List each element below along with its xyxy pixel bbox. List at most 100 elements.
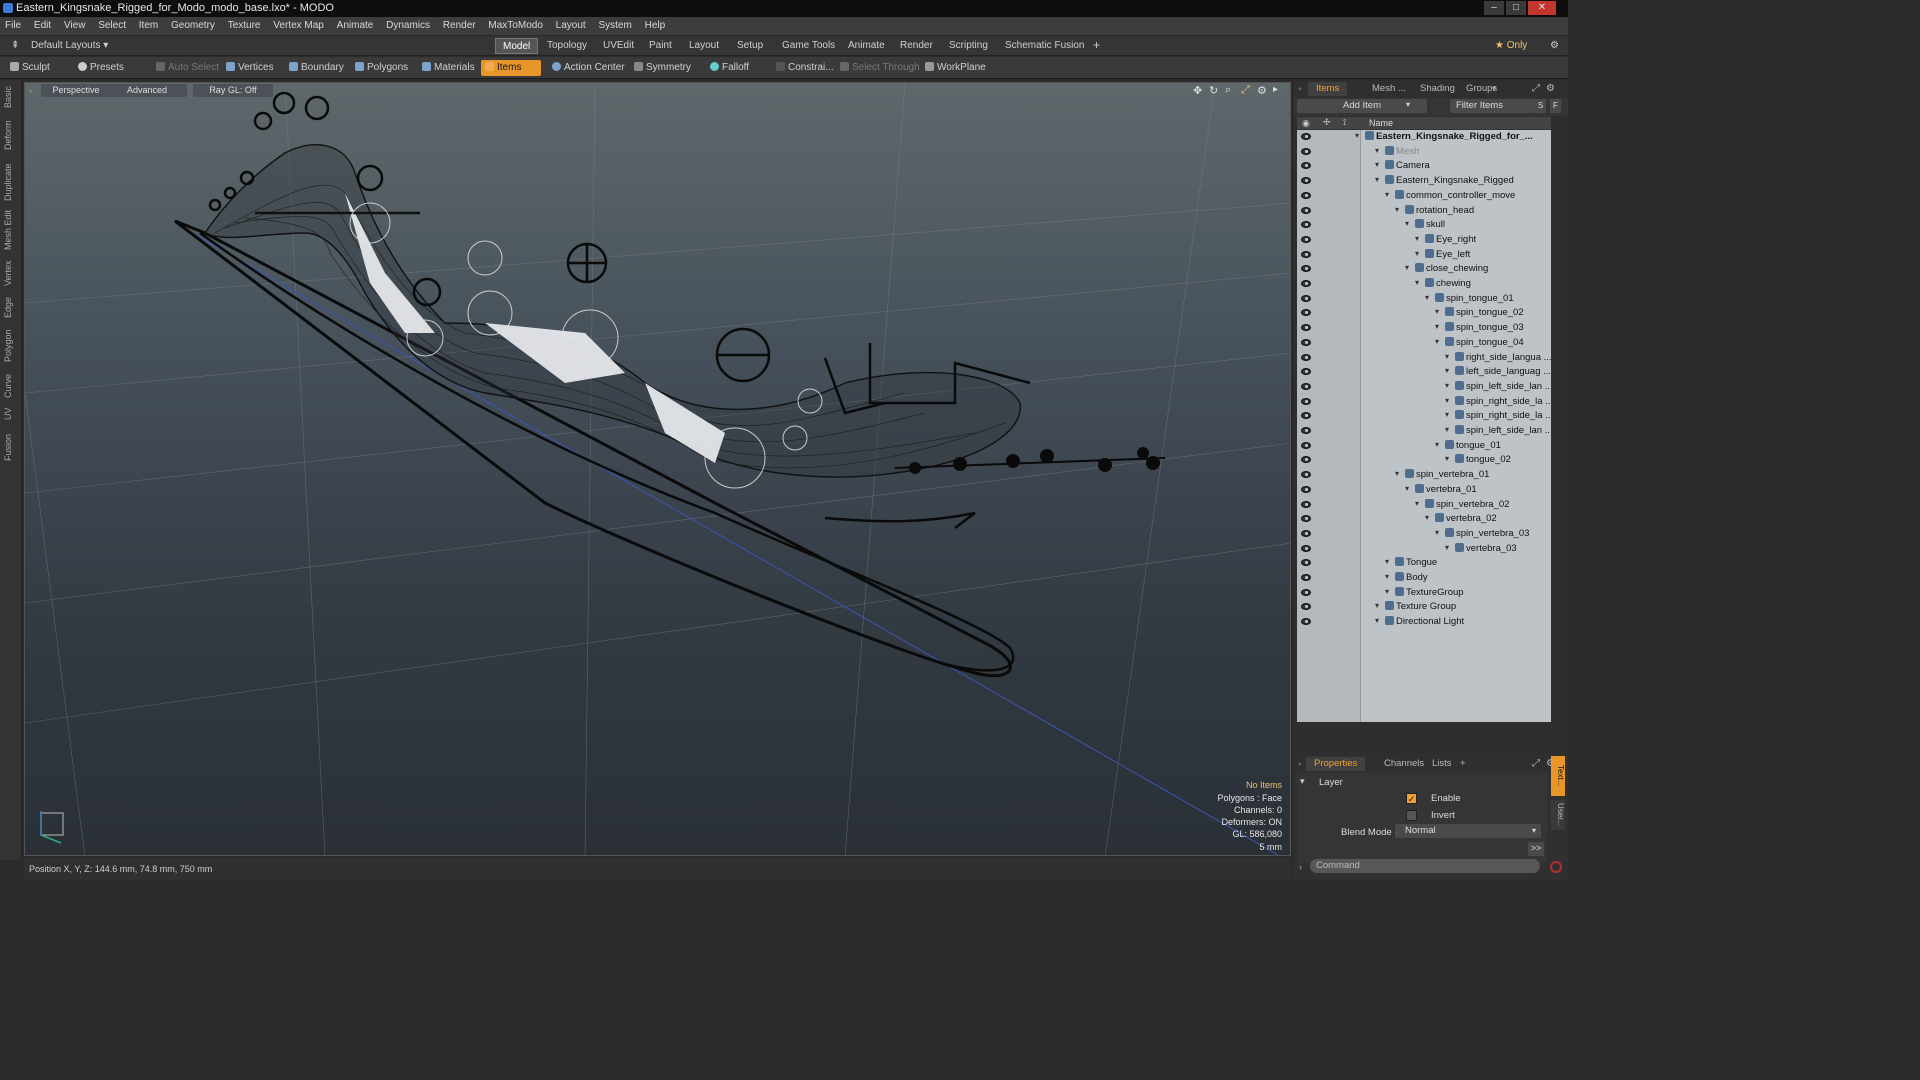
tree-row[interactable]: ▾ spin_tongue_02 [1297, 306, 1551, 321]
viewport-settings-icon[interactable]: ⚙ [1257, 84, 1267, 97]
expand-triangle-icon[interactable]: ▾ [1385, 557, 1389, 566]
snake-mesh[interactable] [203, 144, 1021, 478]
expand-triangle-icon[interactable]: ▾ [1425, 513, 1429, 522]
layout-settings-icon[interactable]: ⚙ [1543, 38, 1566, 54]
expand-triangle-icon[interactable]: ▾ [1385, 587, 1389, 596]
sculpt-button[interactable]: Sculpt [6, 60, 54, 76]
menu-geometry[interactable]: Geometry [166, 17, 220, 31]
pan-icon[interactable]: ✥ [1193, 84, 1202, 97]
menu-animate[interactable]: Animate [332, 17, 379, 31]
tab-properties[interactable]: Properties [1306, 757, 1366, 771]
visibility-eye-icon[interactable] [1301, 500, 1311, 508]
enable-checkbox[interactable]: ✓ [1406, 793, 1417, 804]
add-tab-button[interactable]: + [1086, 38, 1107, 54]
visibility-eye-icon[interactable] [1301, 265, 1311, 273]
tab-model[interactable]: Model [495, 38, 539, 54]
tab-game-tools[interactable]: Game Tools [775, 38, 842, 54]
tab-uvedit[interactable]: UVEdit [596, 38, 641, 54]
tab-items[interactable]: Items [1308, 82, 1348, 96]
workplane-button[interactable]: WorkPlane [921, 60, 990, 76]
expand-triangle-icon[interactable]: ▾ [1435, 528, 1439, 537]
invert-checkbox[interactable] [1406, 810, 1417, 821]
expand-triangle-icon[interactable]: ▾ [1415, 499, 1419, 508]
visibility-eye-icon[interactable] [1301, 338, 1311, 346]
expand-triangle-icon[interactable]: ▾ [1385, 572, 1389, 581]
props-expand-icon[interactable]: ⤢ [1532, 758, 1540, 769]
tree-row[interactable]: ▾ spin_vertebra_01 [1297, 468, 1551, 483]
visibility-eye-icon[interactable] [1301, 235, 1311, 243]
expand-triangle-icon[interactable]: ▾ [1375, 616, 1379, 625]
tree-row[interactable]: ▾ spin_left_side_lan ... [1297, 424, 1551, 439]
visibility-eye-icon[interactable] [1301, 221, 1311, 229]
visibility-eye-icon[interactable] [1301, 133, 1311, 140]
panel-expand-icon[interactable]: ⤢ [1532, 83, 1540, 94]
tree-row[interactable]: ▾ spin_left_side_lan ... [1297, 380, 1551, 395]
vertices-button[interactable]: Vertices [222, 60, 278, 76]
visibility-eye-icon[interactable] [1301, 412, 1311, 420]
expand-triangle-icon[interactable]: ▾ [1445, 352, 1449, 361]
f-button[interactable]: F [1550, 99, 1561, 113]
viewport-scene[interactable] [25, 83, 1291, 856]
tree-row[interactable]: ▾ Body [1297, 571, 1551, 586]
symmetry-button[interactable]: Symmetry [630, 60, 695, 76]
visibility-eye-icon[interactable] [1301, 441, 1311, 449]
visibility-eye-icon[interactable] [1301, 574, 1311, 581]
tab-polygon[interactable]: Polygon [3, 326, 19, 366]
tab-mesh-edit[interactable]: Mesh Edit [3, 208, 19, 252]
close-button[interactable]: ✕ [1528, 1, 1556, 15]
visibility-eye-icon[interactable] [1301, 382, 1311, 390]
expand-triangle-icon[interactable]: ▾ [1355, 131, 1359, 140]
tree-row[interactable]: ▾ spin_tongue_01 [1297, 292, 1551, 307]
tree-row[interactable]: ▾ Eye_left [1297, 248, 1551, 263]
more-button[interactable]: >> [1528, 842, 1544, 856]
tree-row[interactable]: ▾ right_side_langua ... [1297, 351, 1551, 366]
tab-curve[interactable]: Curve [3, 372, 19, 400]
expand-triangle-icon[interactable]: ▾ [1435, 337, 1439, 346]
expand-triangle-icon[interactable]: ▾ [1375, 175, 1379, 184]
items-button[interactable]: Items [481, 60, 541, 76]
menu-help[interactable]: Help [640, 17, 671, 31]
tree-row[interactable]: ▾ TextureGroup [1297, 586, 1551, 601]
visibility-eye-icon[interactable] [1301, 147, 1311, 155]
expand-triangle-icon[interactable]: ▾ [1405, 219, 1409, 228]
viewport-menu-icon[interactable]: ◦ [29, 86, 32, 96]
visibility-eye-icon[interactable] [1301, 309, 1311, 317]
tab-duplicate[interactable]: Duplicate [3, 160, 19, 204]
tab-scripting[interactable]: Scripting [942, 38, 995, 54]
visibility-eye-icon[interactable] [1301, 397, 1311, 405]
menu-edit[interactable]: Edit [29, 17, 56, 31]
expand-triangle-icon[interactable]: ▾ [1415, 278, 1419, 287]
name-column-header[interactable]: Name [1369, 118, 1393, 128]
tab-user[interactable]: User... [1551, 800, 1565, 830]
add-item-dropdown-icon[interactable]: ▾ [1406, 100, 1410, 109]
tree-row[interactable]: ▾ Tongue [1297, 556, 1551, 571]
tree-row[interactable]: ▾ spin_right_side_la ... [1297, 409, 1551, 424]
tree-row[interactable]: ▾ skull [1297, 218, 1551, 233]
tree-row[interactable]: ▾ Camera [1297, 159, 1551, 174]
expand-triangle-icon[interactable]: ▾ [1425, 293, 1429, 302]
tree-row[interactable]: ▾ Eastern_Kingsnake_Rigged [1297, 174, 1551, 189]
props-menu-icon[interactable]: ◦ [1298, 759, 1302, 770]
tab-groups[interactable]: Groups [1458, 82, 1505, 96]
expand-triangle-icon[interactable]: ▾ [1405, 484, 1409, 493]
visibility-eye-icon[interactable] [1301, 324, 1311, 332]
tree-row[interactable]: ▾ close_chewing [1297, 262, 1551, 277]
visibility-eye-icon[interactable] [1301, 250, 1311, 258]
menu-texture[interactable]: Texture [223, 17, 266, 31]
menu-file[interactable]: File [0, 17, 26, 31]
tree-row[interactable]: ▾ common_controller_move [1297, 189, 1551, 204]
fit-icon[interactable]: ⤢ [1241, 84, 1250, 97]
visibility-eye-icon[interactable] [1301, 456, 1311, 464]
materials-button[interactable]: Materials [418, 60, 479, 76]
tab-shading[interactable]: Shading [1412, 82, 1463, 96]
action-center-button[interactable]: Action Center [548, 60, 629, 76]
expand-triangle-icon[interactable]: ▾ [1395, 205, 1399, 214]
tree-row[interactable]: ▾ Directional Light [1297, 615, 1551, 630]
tree-row[interactable]: ▾ tongue_02 [1297, 453, 1551, 468]
visibility-eye-icon[interactable] [1301, 471, 1311, 479]
tree-row[interactable]: ▾ left_side_languag ... [1297, 365, 1551, 380]
tree-row[interactable]: ▾ tongue_01 [1297, 439, 1551, 454]
tree-row[interactable]: ▾ vertebra_01 [1297, 483, 1551, 498]
menu-dynamics[interactable]: Dynamics [381, 17, 435, 31]
visibility-eye-icon[interactable] [1301, 544, 1311, 552]
